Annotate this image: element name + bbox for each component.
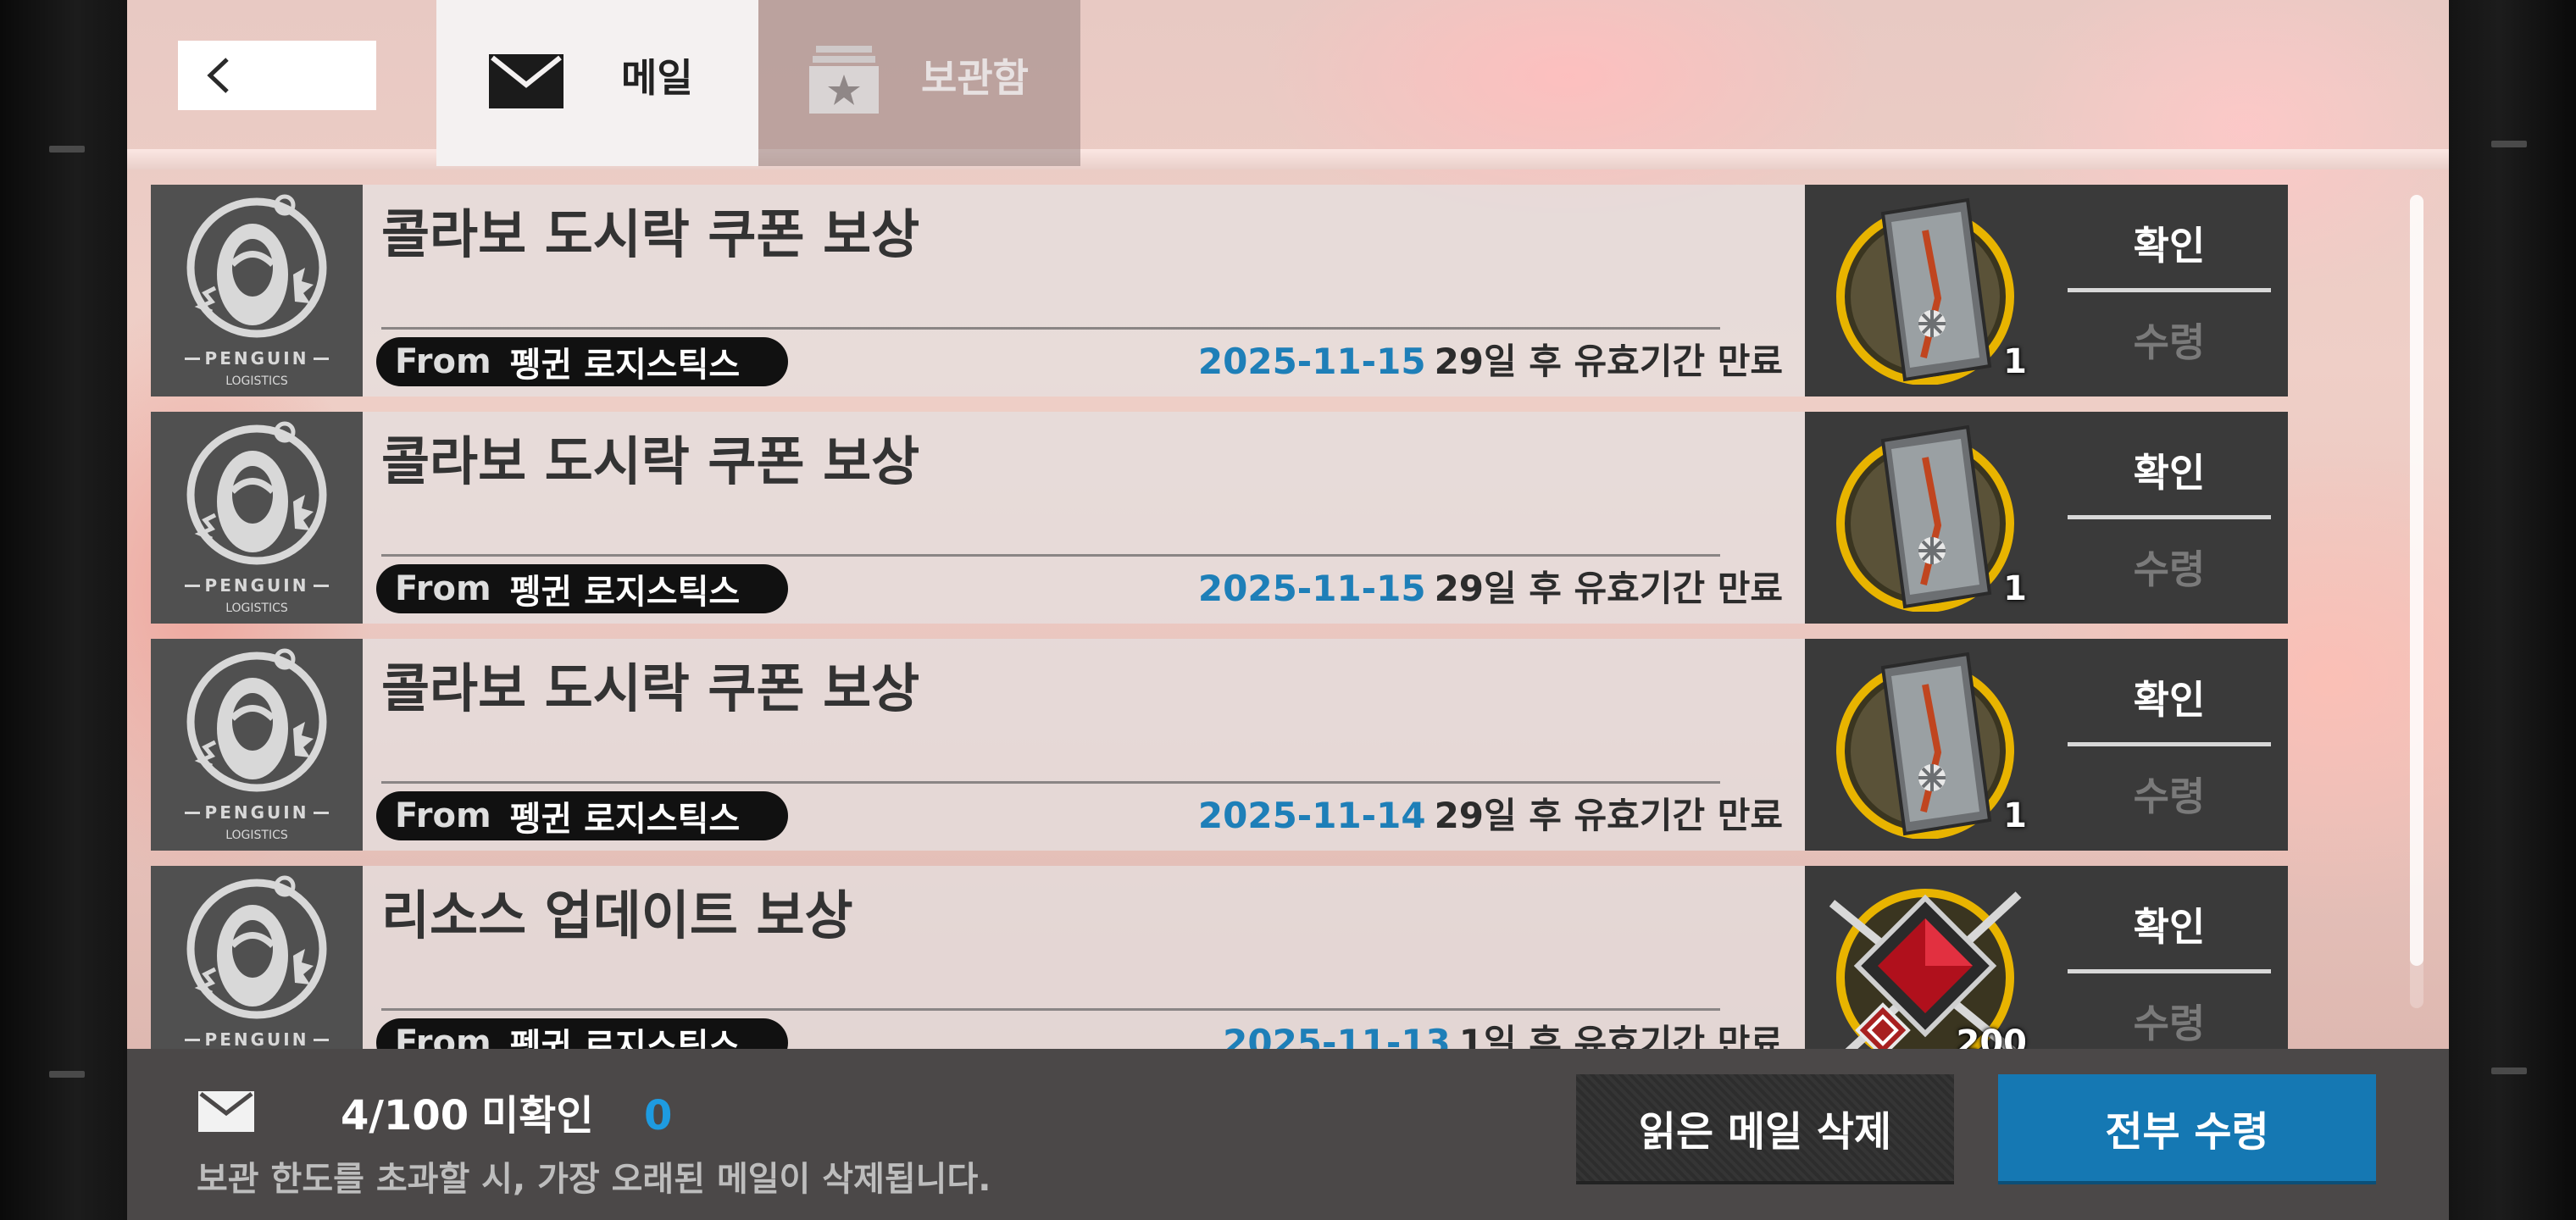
mail-date: 2025-11-15 bbox=[1197, 341, 1426, 382]
sender-name: 펭귄 로지스틱스 bbox=[509, 800, 741, 839]
receive-button[interactable]: 수령 bbox=[2068, 747, 2271, 840]
storage-limit-notice: 보관 한도를 초과할 시, 가장 오래된 메일이 삭제됩니다. bbox=[197, 1160, 991, 1199]
mail-date-expiry: 2025-11-14 29일 후 유효기간 만료 bbox=[1117, 790, 1783, 842]
logo-subtext: LOGISTICS bbox=[225, 602, 288, 615]
unread-count: 0 bbox=[644, 1092, 673, 1140]
reward-count: 1 bbox=[2003, 342, 2027, 381]
coupon-pack-icon bbox=[1836, 424, 2014, 612]
reward-slot[interactable]: 1 bbox=[1805, 639, 2051, 851]
reward-count: 1 bbox=[2003, 796, 2027, 835]
sender-avatar: PENGUIN LOGISTICS bbox=[151, 639, 363, 851]
mail-divider bbox=[381, 327, 1720, 330]
sender-avatar: PENGUIN LOGISTICS bbox=[151, 412, 363, 624]
mail-expiry: 1일 후 유효기간 만료 bbox=[1458, 1022, 1783, 1049]
reward-count: 200 bbox=[1956, 1023, 2028, 1049]
penguin-logistics-logo: PENGUIN LOGISTICS bbox=[185, 421, 329, 615]
sender-name: 펭귄 로지스틱스 bbox=[509, 573, 741, 612]
reward-count: 1 bbox=[2003, 569, 2027, 608]
reward-slot[interactable]: 200 bbox=[1805, 866, 2051, 1049]
mail-divider bbox=[381, 1008, 1720, 1011]
confirm-button[interactable]: 확인 bbox=[2068, 878, 2271, 971]
mail-item[interactable]: PENGUIN LOGISTICS 콜라보 도시락 쿠폰 보상 From 펭귄 … bbox=[151, 412, 2288, 624]
mail-title: 콜라보 도시락 쿠폰 보상 bbox=[381, 657, 920, 719]
mail-actions: 확인 수령 bbox=[2051, 866, 2288, 1049]
from-label: From bbox=[395, 1023, 491, 1049]
mail-expiry: 29일 후 유효기간 만료 bbox=[1434, 341, 1783, 382]
action-divider bbox=[2068, 969, 2271, 973]
right-border-mark bbox=[2491, 1068, 2527, 1074]
mail-expiry: 29일 후 유효기간 만료 bbox=[1434, 795, 1783, 836]
reward-slot[interactable]: 1 bbox=[1805, 185, 2051, 396]
action-divider bbox=[2068, 288, 2271, 292]
coupon-pack-icon bbox=[1836, 652, 2014, 839]
mail-title: 콜라보 도시락 쿠폰 보상 bbox=[381, 203, 920, 265]
mail-title: 콜라보 도시락 쿠폰 보상 bbox=[381, 430, 920, 492]
mail-date: 2025-11-14 bbox=[1197, 795, 1426, 836]
penguin-logistics-logo: PENGUIN LOGISTICS bbox=[185, 194, 329, 388]
action-divider bbox=[2068, 515, 2271, 519]
receive-button[interactable]: 수령 bbox=[2068, 974, 2271, 1049]
sender-avatar: PENGUIN LOGISTICS bbox=[151, 185, 363, 396]
penguin-logistics-logo: PENGUIN LOGISTICS bbox=[185, 648, 329, 842]
mail-date: 2025-11-15 bbox=[1197, 568, 1426, 609]
receive-button[interactable]: 수령 bbox=[2068, 293, 2271, 386]
logo-text: PENGUIN bbox=[205, 348, 309, 369]
from-label: From bbox=[395, 569, 491, 608]
mail-date-expiry: 2025-11-13 1일 후 유효기간 만료 bbox=[1117, 1017, 1783, 1049]
coupon-pack-icon bbox=[1836, 197, 2014, 385]
reward-slot[interactable]: 1 bbox=[1805, 412, 2051, 624]
mail-item[interactable]: PENGUIN LOGISTICS 리소스 업데이트 보상 From 펭귄 로지… bbox=[151, 866, 2288, 1049]
logo-text: PENGUIN bbox=[205, 575, 309, 596]
logo-subtext: LOGISTICS bbox=[225, 374, 288, 388]
sender-pill: From 펭귄 로지스틱스 bbox=[376, 564, 788, 613]
mail-actions: 확인 수령 bbox=[2051, 185, 2288, 396]
mail-date-expiry: 2025-11-15 29일 후 유효기간 만료 bbox=[1117, 336, 1783, 388]
mail-item[interactable]: PENGUIN LOGISTICS 콜라보 도시락 쿠폰 보상 From 펭귄 … bbox=[151, 639, 2288, 851]
unread-label: 미확인 bbox=[481, 1092, 594, 1140]
sender-name: 펭귄 로지스틱스 bbox=[509, 346, 741, 385]
mail-divider bbox=[381, 554, 1720, 557]
confirm-button[interactable]: 확인 bbox=[2068, 197, 2271, 290]
action-divider bbox=[2068, 742, 2271, 746]
sender-pill: From 펭귄 로지스틱스 bbox=[376, 337, 788, 386]
mail-item[interactable]: PENGUIN LOGISTICS 콜라보 도시락 쿠폰 보상 From 펭귄 … bbox=[151, 185, 2288, 396]
confirm-button[interactable]: 확인 bbox=[2068, 424, 2271, 517]
sender-pill: From 펭귄 로지스틱스 bbox=[376, 791, 788, 840]
logo-subtext: LOGISTICS bbox=[225, 829, 288, 842]
delete-read-mail-button[interactable]: 읽은 메일 삭제 bbox=[1576, 1074, 1954, 1181]
logo-text: PENGUIN bbox=[205, 1029, 309, 1049]
mail-actions: 확인 수령 bbox=[2051, 412, 2288, 624]
mail-date-expiry: 2025-11-15 29일 후 유효기간 만료 bbox=[1117, 563, 1783, 615]
receive-all-button[interactable]: 전부 수령 bbox=[1998, 1074, 2376, 1181]
confirm-button[interactable]: 확인 bbox=[2068, 651, 2271, 744]
footer-bar: 4/100 미확인 0 보관 한도를 초과할 시, 가장 오래된 메일이 삭제됩… bbox=[127, 1049, 2449, 1220]
from-label: From bbox=[395, 796, 491, 835]
mail-count-icon bbox=[198, 1091, 254, 1132]
receive-button[interactable]: 수령 bbox=[2068, 520, 2271, 613]
sender-pill: From 펭귄 로지스틱스 bbox=[376, 1018, 788, 1049]
logo-text: PENGUIN bbox=[205, 802, 309, 823]
sender-avatar: PENGUIN LOGISTICS bbox=[151, 866, 363, 1049]
from-label: From bbox=[395, 342, 491, 381]
mail-date: 2025-11-13 bbox=[1223, 1022, 1451, 1049]
sender-name: 펭귄 로지스틱스 bbox=[509, 1027, 741, 1049]
left-border-mark bbox=[49, 1071, 85, 1078]
mail-divider bbox=[381, 781, 1720, 784]
penguin-logistics-logo: PENGUIN LOGISTICS bbox=[185, 875, 329, 1049]
mail-expiry: 29일 후 유효기간 만료 bbox=[1434, 568, 1783, 609]
mail-title: 리소스 업데이트 보상 bbox=[381, 884, 853, 946]
mail-actions: 확인 수령 bbox=[2051, 639, 2288, 851]
mail-count: 4/100 bbox=[341, 1092, 469, 1140]
